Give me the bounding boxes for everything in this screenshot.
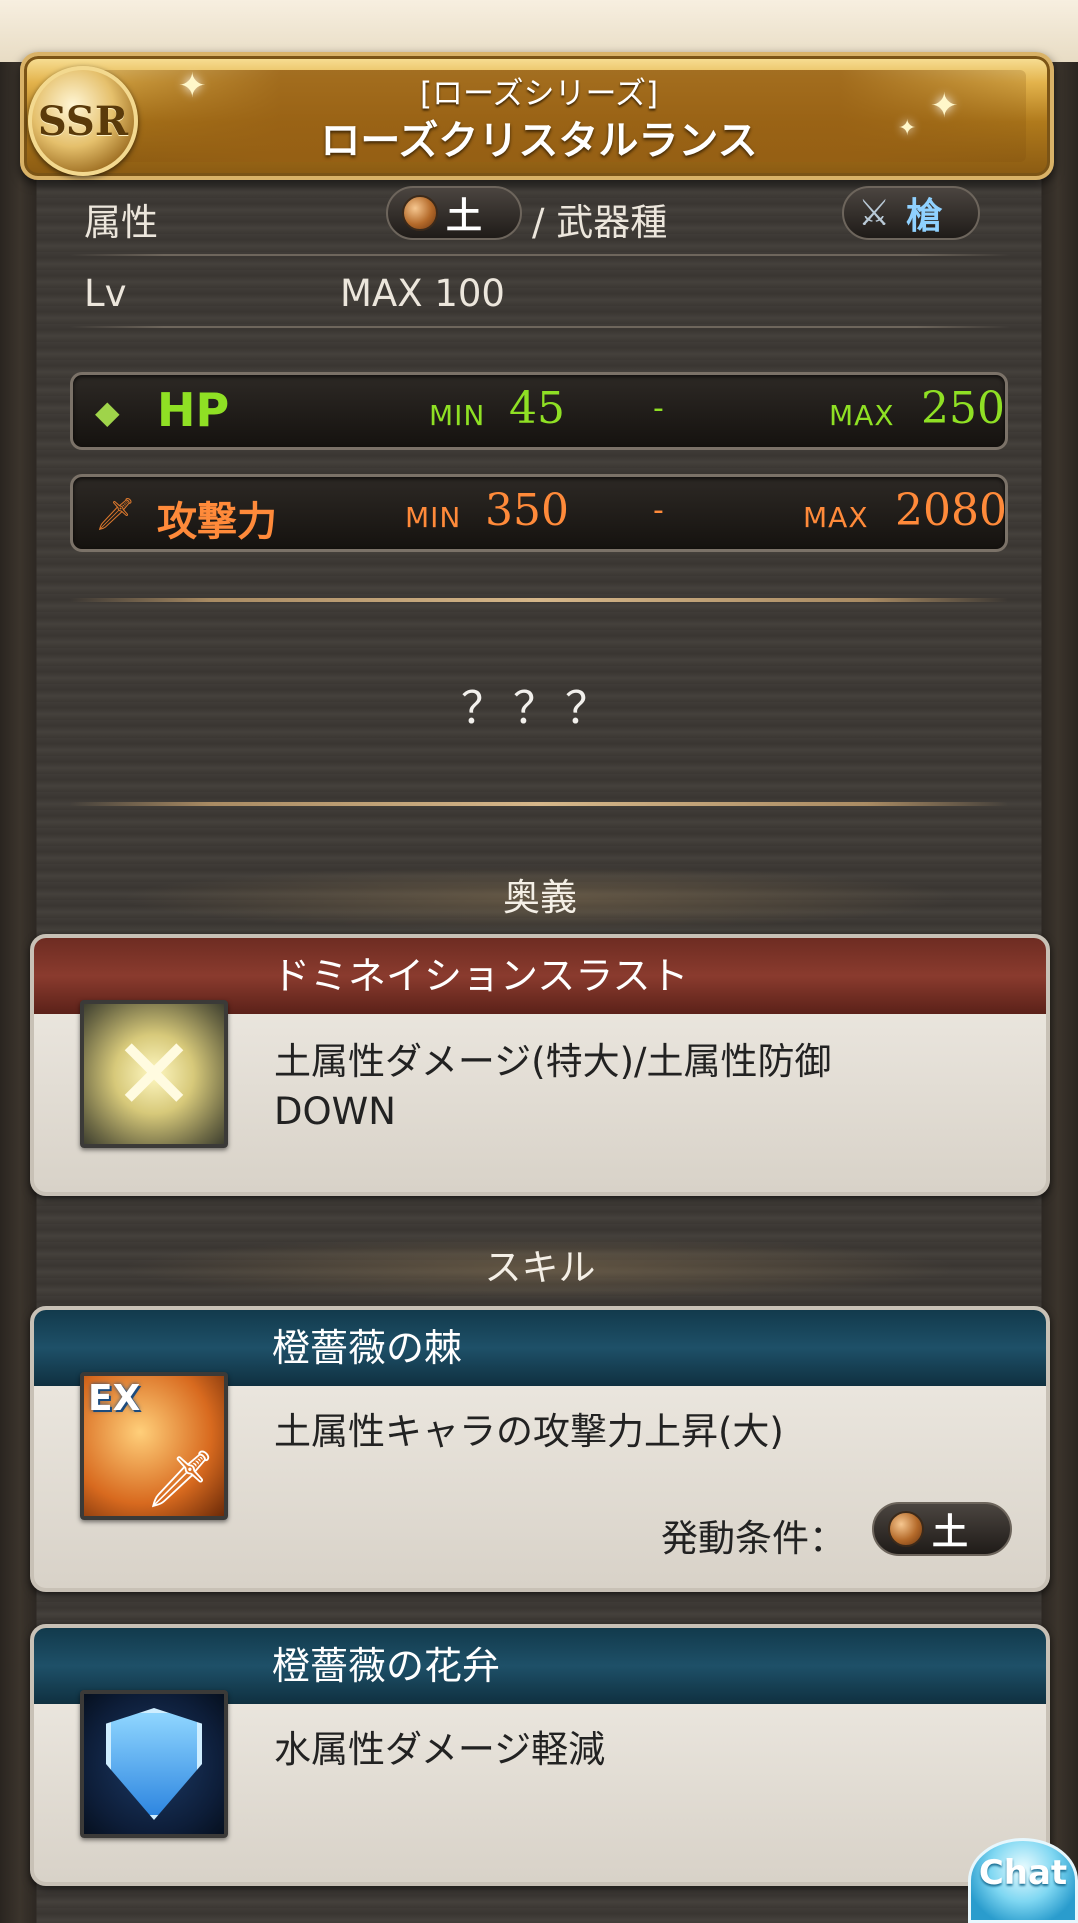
earth-orb-icon: [402, 195, 438, 231]
crossed-swords-icon: ✕: [80, 1000, 228, 1148]
sword-icon: 🗡: [95, 495, 136, 533]
weapon-type-label: / 武器種: [532, 201, 668, 244]
unknown-placeholder: ？？？: [461, 683, 617, 734]
attack-min-value: 350: [485, 485, 569, 536]
weapon-series: [ローズシリーズ]: [419, 76, 659, 112]
sword-icon: 🗡: [144, 1447, 216, 1512]
attack-min-label: MIN: [405, 501, 462, 534]
ex-tag: EX: [88, 1378, 141, 1419]
hp-min-label: MIN: [429, 399, 486, 432]
hp-stat-bar: ◆ HP MIN 45 - MAX 250: [70, 372, 1008, 450]
lance-icon: ⚔: [858, 192, 891, 234]
skill-description: 土属性キャラの攻撃力上昇(大): [274, 1410, 784, 1453]
row-divider: [70, 326, 1010, 328]
ex-skill-icon: EX 🗡: [80, 1372, 228, 1520]
weapon-type-value: 槍: [906, 196, 943, 237]
hp-max-value: 250: [921, 383, 1005, 434]
activation-condition-label: 発動条件：: [661, 1517, 846, 1560]
shield-icon: [80, 1690, 228, 1838]
weapon-type-badge: ⚔ 槍: [842, 186, 980, 240]
divider-line: [70, 598, 1008, 602]
ougi-section-title: 奥義: [120, 866, 960, 930]
weapon-name: ローズクリスタルランス: [320, 118, 758, 164]
activation-condition-badge: 土: [872, 1502, 1012, 1556]
attack-stat-bar: 🗡 攻撃力 MIN 350 - MAX 2080: [70, 474, 1008, 552]
ougi-description-line2: DOWN: [274, 1090, 396, 1133]
shield-shape: [106, 1708, 202, 1820]
attack-label: 攻撃力: [157, 499, 277, 545]
hp-separator: -: [653, 391, 664, 426]
level-label: Lv: [84, 272, 127, 315]
condition-value: 土: [932, 1512, 969, 1553]
attack-max-label: MAX: [803, 501, 869, 534]
hp-max-label: MAX: [829, 399, 895, 432]
hp-min-value: 45: [509, 383, 565, 434]
attack-separator: -: [653, 493, 664, 528]
chat-button[interactable]: Chat: [968, 1838, 1078, 1923]
level-value: MAX 100: [340, 272, 505, 315]
ougi-card[interactable]: ドミネイションスラスト ✕ 土属性ダメージ(特大)/土属性防御 DOWN: [30, 934, 1050, 1196]
attack-max-value: 2080: [895, 485, 1007, 536]
earth-orb-icon: [888, 1511, 924, 1547]
hp-label: HP: [157, 383, 230, 437]
element-badge: 土: [386, 186, 522, 240]
chat-label: Chat: [978, 1853, 1068, 1893]
skill-card[interactable]: 橙薔薇の花弁 水属性ダメージ軽減: [30, 1624, 1050, 1886]
row-divider: [70, 254, 1010, 256]
hp-diamond-icon: ◆: [95, 393, 120, 431]
element-value: 土: [446, 196, 483, 237]
skill-card[interactable]: 橙薔薇の棘 EX 🗡 土属性キャラの攻撃力上昇(大) 発動条件： 土: [30, 1306, 1050, 1592]
skill-section-title: スキル: [120, 1236, 960, 1300]
ougi-description-line1: 土属性ダメージ(特大)/土属性防御: [274, 1040, 832, 1083]
element-label: 属性: [84, 201, 158, 244]
skill-description: 水属性ダメージ軽減: [274, 1728, 606, 1771]
weapon-detail-page: SSR ✦ ✦ ✦ [ローズシリーズ] ローズクリスタルランス 属性 土 / 武…: [0, 0, 1078, 1923]
divider-line: [70, 802, 1008, 806]
